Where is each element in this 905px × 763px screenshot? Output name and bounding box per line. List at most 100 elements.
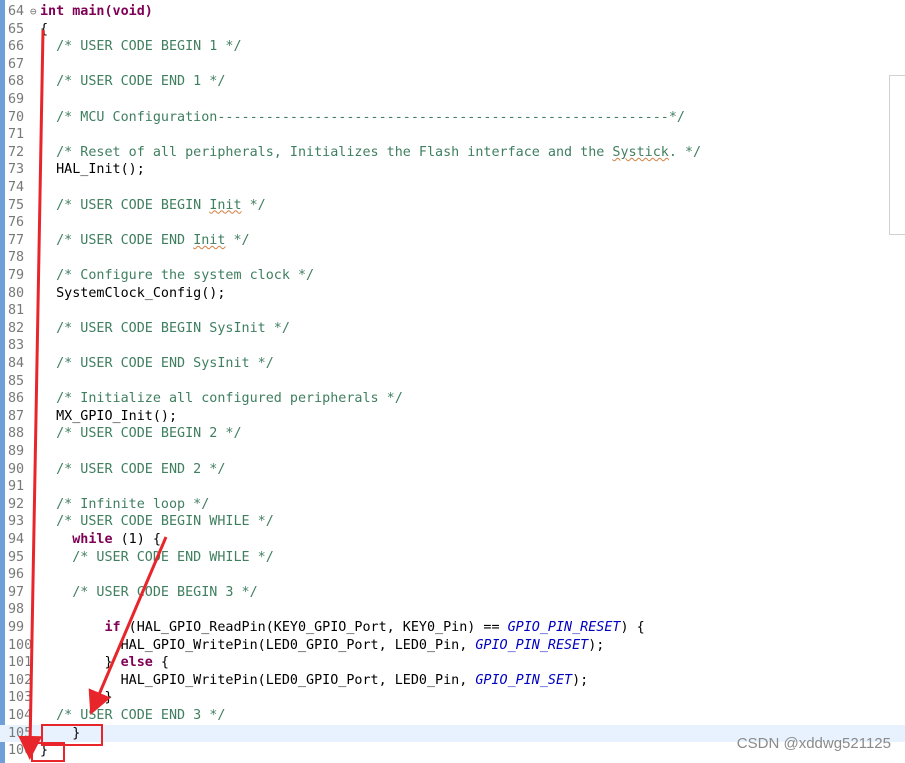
code-line-65[interactable]: 65 { xyxy=(0,21,905,39)
code-text: HAL_GPIO_WritePin(LED0_GPIO_Port, LED0_P… xyxy=(40,672,589,690)
code-token: /* Configure the system clock */ xyxy=(40,268,315,283)
code-token: /* USER CODE BEGIN 1 */ xyxy=(40,39,242,55)
code-line-68[interactable]: 68 /* USER CODE END 1 */ xyxy=(0,73,905,91)
code-token: /* USER CODE BEGIN WHILE */ xyxy=(40,514,274,530)
line-number: 71 xyxy=(8,127,25,143)
code-token: (1) { xyxy=(112,532,161,547)
code-line-74[interactable]: 74 xyxy=(0,179,905,197)
code-line-79[interactable]: 79 /* Configure the system clock */ xyxy=(0,267,905,285)
side-panel-edge xyxy=(889,75,905,235)
line-number: 85 xyxy=(8,373,25,389)
code-line-90[interactable]: 90 /* USER CODE END 2 */ xyxy=(0,461,905,479)
code-token: /* USER CODE END 2 */ xyxy=(40,461,226,477)
line-number: 69 xyxy=(8,92,25,107)
code-text: /* MCU Configuration--------------------… xyxy=(40,109,685,127)
code-line-73[interactable]: 73 HAL_Init(); xyxy=(0,161,905,179)
code-text: /* USER CODE END Init */ xyxy=(40,232,250,250)
code-line-102[interactable]: 102 HAL_GPIO_WritePin(LED0_GPIO_Port, LE… xyxy=(0,672,905,690)
line-number: 65 xyxy=(8,21,25,37)
line-number: 81 xyxy=(8,303,25,319)
code-token: MX_GPIO_Init(); xyxy=(40,408,178,424)
line-number: 105 xyxy=(8,725,33,741)
code-token: GPIO_PIN_RESET xyxy=(507,620,621,635)
code-line-87[interactable]: 87 MX_GPIO_Init(); xyxy=(0,408,905,426)
code-line-100[interactable]: 100 HAL_GPIO_WritePin(LED0_GPIO_Port, LE… xyxy=(0,637,905,655)
fold-toggle-icon[interactable]: ⊖ xyxy=(30,3,37,21)
code-text: while (1) { xyxy=(40,531,161,549)
code-line-88[interactable]: 88 /* USER CODE BEGIN 2 */ xyxy=(0,425,905,443)
code-line-76[interactable]: 76 xyxy=(0,214,905,232)
code-token: /* USER CODE BEGIN 3 */ xyxy=(40,584,258,600)
code-line-64[interactable]: 64 ⊖ int main(void) xyxy=(0,3,905,21)
code-line-70[interactable]: 70 /* MCU Configuration-----------------… xyxy=(0,109,905,127)
code-line-69[interactable]: 69 xyxy=(0,91,905,109)
code-token: /* USER CODE BEGIN 2 */ xyxy=(40,426,242,442)
line-number: 70 xyxy=(8,109,25,125)
code-text: /* Reset of all peripherals, Initializes… xyxy=(40,144,701,162)
code-line-78[interactable]: 78 xyxy=(0,249,905,267)
code-line-86[interactable]: 86 /* Initialize all configured peripher… xyxy=(0,390,905,408)
code-line-101[interactable]: 101 } else { xyxy=(0,654,905,672)
code-token: /* Reset of all peripherals, Initializes… xyxy=(40,144,613,160)
line-number: 84 xyxy=(8,356,25,371)
code-line-80[interactable]: 80 SystemClock_Config(); xyxy=(0,285,905,303)
line-number: 91 xyxy=(8,479,25,495)
code-token: ); xyxy=(588,637,605,653)
code-line-91[interactable]: 91 xyxy=(0,478,905,496)
code-token: while xyxy=(72,532,113,547)
line-number: 96 xyxy=(8,567,25,583)
code-token: /* USER CODE END 3 */ xyxy=(40,708,226,723)
code-token: Init xyxy=(209,197,242,213)
line-number: 99 xyxy=(8,620,25,635)
code-line-72[interactable]: 72 /* Reset of all peripherals, Initiali… xyxy=(0,144,905,162)
line-number: 102 xyxy=(8,672,33,688)
code-token: /* Initialize all configured peripherals… xyxy=(40,391,403,407)
code-line-77[interactable]: 77 /* USER CODE END Init */ xyxy=(0,232,905,250)
code-text: /* USER CODE END 1 */ xyxy=(40,73,225,91)
code-line-93[interactable]: 93 /* USER CODE BEGIN WHILE */ xyxy=(0,513,905,531)
code-line-103[interactable]: 103 } xyxy=(0,689,905,707)
code-text: /* USER CODE BEGIN SysInit */ xyxy=(40,320,290,338)
code-text: int main(void) xyxy=(40,3,153,21)
code-line-99[interactable]: 99 if (HAL_GPIO_ReadPin(KEY0_GPIO_Port, … xyxy=(0,619,905,637)
line-number: 90 xyxy=(8,461,25,477)
code-token: /* USER CODE END xyxy=(40,232,194,248)
line-number: 77 xyxy=(8,232,25,248)
code-line-71[interactable]: 71 xyxy=(0,126,905,144)
code-token: HAL_GPIO_WritePin(LED0_GPIO_Port, LED0_P… xyxy=(40,637,476,653)
code-line-104[interactable]: 104 /* USER CODE END 3 */ xyxy=(0,707,905,725)
code-line-82[interactable]: 82 /* USER CODE BEGIN SysInit */ xyxy=(0,320,905,338)
code-line-92[interactable]: 92 /* Infinite loop */ xyxy=(0,496,905,514)
code-token: /* USER CODE BEGIN xyxy=(40,197,210,213)
code-text: /* USER CODE END 2 */ xyxy=(40,461,225,479)
code-line-84[interactable]: 84 /* USER CODE END SysInit */ xyxy=(0,355,905,373)
line-number: 68 xyxy=(8,74,25,90)
code-editor[interactable]: 64 ⊖ int main(void) 65 {66 /* USER CODE BEGI… xyxy=(0,0,905,763)
code-line-97[interactable]: 97 /* USER CODE BEGIN 3 */ xyxy=(0,584,905,602)
code-line-67[interactable]: 67 xyxy=(0,56,905,74)
code-token: /* USER CODE END WHILE */ xyxy=(40,549,274,565)
code-line-66[interactable]: 66 /* USER CODE BEGIN 1 */ xyxy=(0,38,905,56)
code-token: else xyxy=(120,655,153,671)
code-token: Init xyxy=(193,232,226,248)
code-line-81[interactable]: 81 xyxy=(0,302,905,320)
code-line-75[interactable]: 75 /* USER CODE BEGIN Init */ xyxy=(0,197,905,215)
code-token: /* Infinite loop */ xyxy=(40,496,210,512)
code-line-95[interactable]: 95 /* USER CODE END WHILE */ xyxy=(0,549,905,567)
line-number: 97 xyxy=(8,584,25,600)
code-text: /* Configure the system clock */ xyxy=(40,267,314,285)
code-token: . */ xyxy=(668,144,702,160)
code-line-96[interactable]: 96 xyxy=(0,566,905,584)
code-token: */ xyxy=(241,197,266,213)
code-line-89[interactable]: 89 xyxy=(0,443,905,461)
line-number: 83 xyxy=(8,338,25,354)
code-line-83[interactable]: 83 xyxy=(0,337,905,355)
line-number: 72 xyxy=(8,144,25,160)
code-line-85[interactable]: 85 xyxy=(0,373,905,391)
code-token: { xyxy=(40,21,49,37)
code-line-98[interactable]: 98 xyxy=(0,601,905,619)
code-text: /* USER CODE END 3 */ xyxy=(40,707,225,725)
code-line-94[interactable]: 94 while (1) { xyxy=(0,531,905,549)
code-token: } xyxy=(40,725,81,741)
